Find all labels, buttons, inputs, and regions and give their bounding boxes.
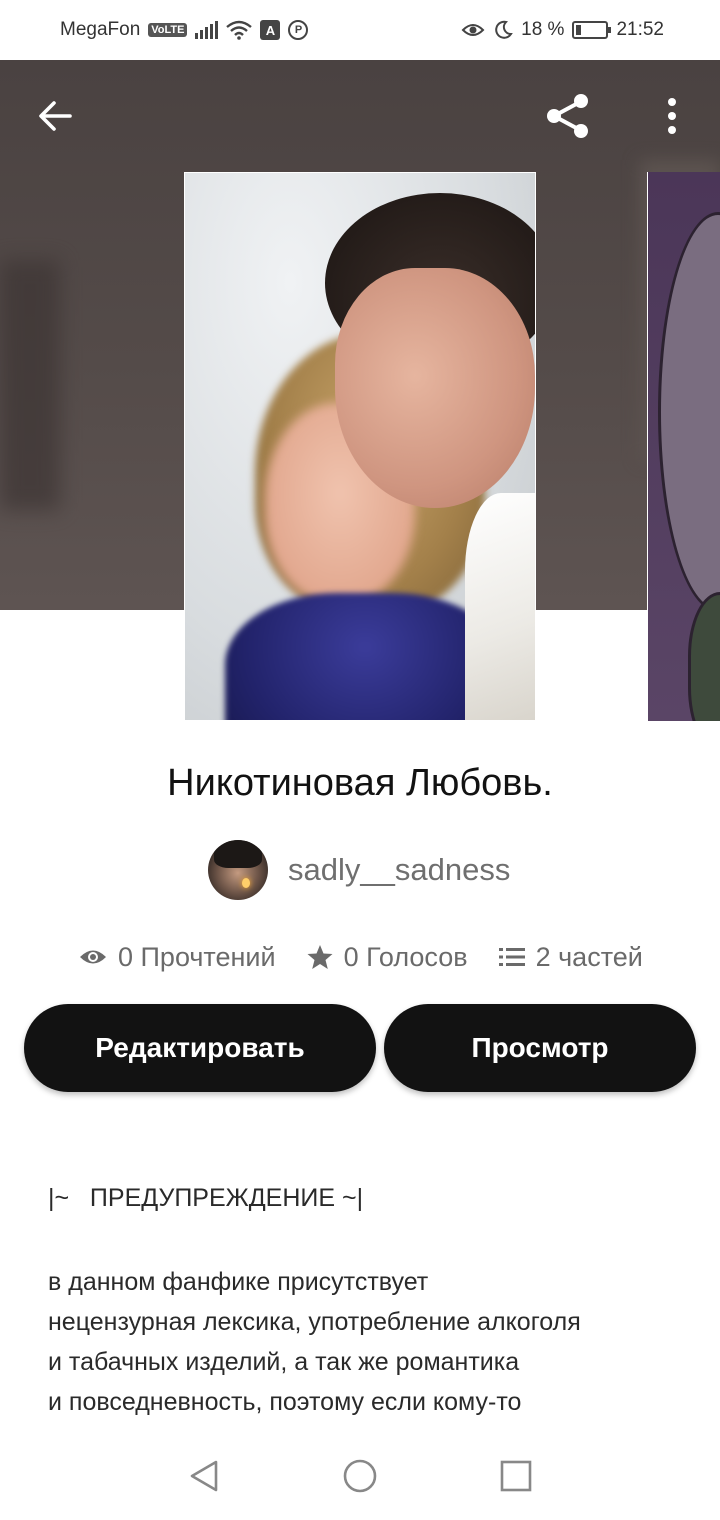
status-left: MegaFon VoLTE A P (60, 19, 309, 41)
description-line: и повседневность, поэтому если кому-то (48, 1388, 522, 1416)
signal-icon (195, 21, 219, 39)
more-options-button[interactable] (650, 90, 694, 142)
votes-count: 0 Голосов (343, 941, 468, 972)
description-warning: |~ ПРЕДУПРЕЖДЕНИЕ ~| (48, 1184, 364, 1212)
battery-percent: 18 % (521, 19, 565, 40)
eye-comfort-icon (461, 24, 485, 36)
clock: 21:52 (616, 19, 664, 40)
moon-icon (495, 20, 513, 39)
app-p-icon: P (288, 20, 309, 40)
author-name: sadly__sadness (288, 852, 511, 887)
reads-count: 0 Прочтений (118, 941, 276, 972)
description-line: нецензурная лексика, употребление алкого… (48, 1308, 581, 1336)
story-cover-image[interactable] (184, 172, 536, 721)
share-button[interactable] (540, 88, 596, 144)
description-line: в данном фанфике присутствует (48, 1268, 429, 1296)
nav-back-icon (190, 1460, 218, 1492)
status-bar: MegaFon VoLTE A P 18 % 21:52 (0, 0, 720, 60)
eye-icon (80, 950, 106, 964)
carrier-name: MegaFon (60, 19, 141, 40)
edit-button[interactable]: Редактировать (24, 1004, 376, 1092)
author-avatar (208, 840, 268, 900)
reads-stat: 0 Прочтений (78, 942, 276, 973)
nav-recents-button[interactable] (488, 1448, 544, 1504)
battery-level (576, 25, 582, 35)
description-text: в данном фанфике присутствует нецензурна… (48, 1262, 668, 1424)
nav-home-button[interactable] (332, 1448, 388, 1504)
status-right: 18 % 21:52 (461, 19, 664, 41)
nav-recents-icon (500, 1460, 532, 1492)
parts-count: 2 частей (535, 941, 643, 972)
top-toolbar (0, 60, 720, 172)
list-icon (498, 948, 525, 966)
nav-home-icon (343, 1459, 377, 1493)
volte-badge: VoLTE (148, 23, 188, 37)
preview-button[interactable]: Просмотр (384, 1004, 696, 1092)
battery-icon (572, 21, 612, 39)
parts-stat: 2 частей (498, 942, 643, 973)
arrow-left-icon (39, 101, 72, 131)
story-title: Никотиновая Любовь. (167, 762, 553, 804)
share-icon (547, 94, 588, 138)
app-a-icon: A (260, 20, 281, 40)
wifi-icon (226, 20, 253, 40)
star-icon (307, 945, 333, 969)
author-link[interactable]: sadly__sadness (208, 840, 510, 900)
system-nav-bar (0, 1432, 720, 1520)
back-button[interactable] (30, 90, 82, 142)
description-line: и табачных изделий, а так же романтика (48, 1348, 520, 1376)
story-stats: 0 Прочтений 0 Голосов 2 частей (78, 936, 643, 978)
nav-back-button[interactable] (176, 1448, 232, 1504)
more-vertical-icon (668, 98, 676, 134)
next-story-cover[interactable] (647, 172, 720, 721)
votes-stat: 0 Голосов (306, 942, 468, 973)
